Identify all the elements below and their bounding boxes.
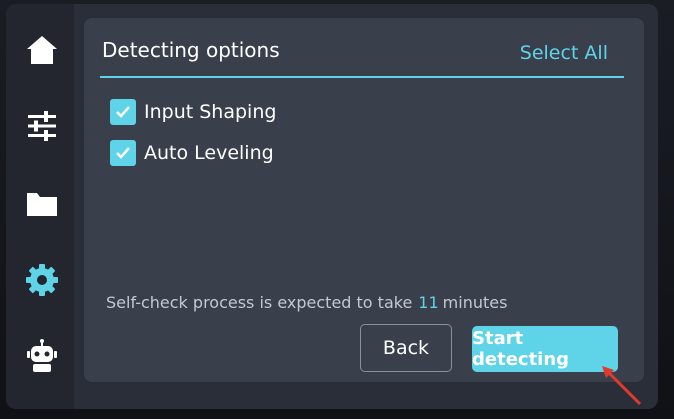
- detecting-options-panel: Detecting options Select All Input Shapi…: [84, 18, 644, 382]
- input-shaping-checkbox[interactable]: [110, 99, 136, 125]
- duration-info: Self-check process is expected to take 11…: [106, 293, 507, 312]
- gear-icon: [26, 264, 58, 296]
- start-detecting-button[interactable]: Start detecting: [472, 326, 618, 372]
- auto-leveling-checkbox[interactable]: [110, 140, 136, 166]
- option-label: Input Shaping: [144, 101, 277, 123]
- sliders-icon: [28, 111, 56, 141]
- option-input-shaping[interactable]: Input Shaping: [110, 98, 276, 126]
- title-divider: [100, 76, 624, 78]
- duration-unit: minutes: [442, 293, 508, 312]
- duration-value: 11: [418, 293, 439, 312]
- option-label: Auto Leveling: [144, 142, 274, 164]
- checkmark-icon: [116, 106, 130, 118]
- sidebar-item-settings[interactable]: [20, 258, 64, 302]
- sidebar-item-settings-sliders[interactable]: [20, 104, 64, 148]
- home-icon: [27, 36, 57, 64]
- robot-icon: [27, 339, 57, 372]
- back-button[interactable]: Back: [360, 324, 452, 372]
- panel-title: Detecting options: [102, 38, 280, 62]
- sidebar-item-files[interactable]: [20, 182, 64, 226]
- folder-icon: [27, 193, 57, 216]
- arrow-pointer-icon: [602, 366, 642, 406]
- select-all-link[interactable]: Select All: [520, 42, 608, 64]
- sidebar-item-home[interactable]: [20, 28, 64, 72]
- checkmark-icon: [116, 147, 130, 159]
- sidebar: [6, 4, 74, 409]
- duration-prefix: Self-check process is expected to take: [106, 293, 413, 312]
- option-auto-leveling[interactable]: Auto Leveling: [110, 139, 274, 167]
- sidebar-item-assistant[interactable]: [20, 334, 64, 378]
